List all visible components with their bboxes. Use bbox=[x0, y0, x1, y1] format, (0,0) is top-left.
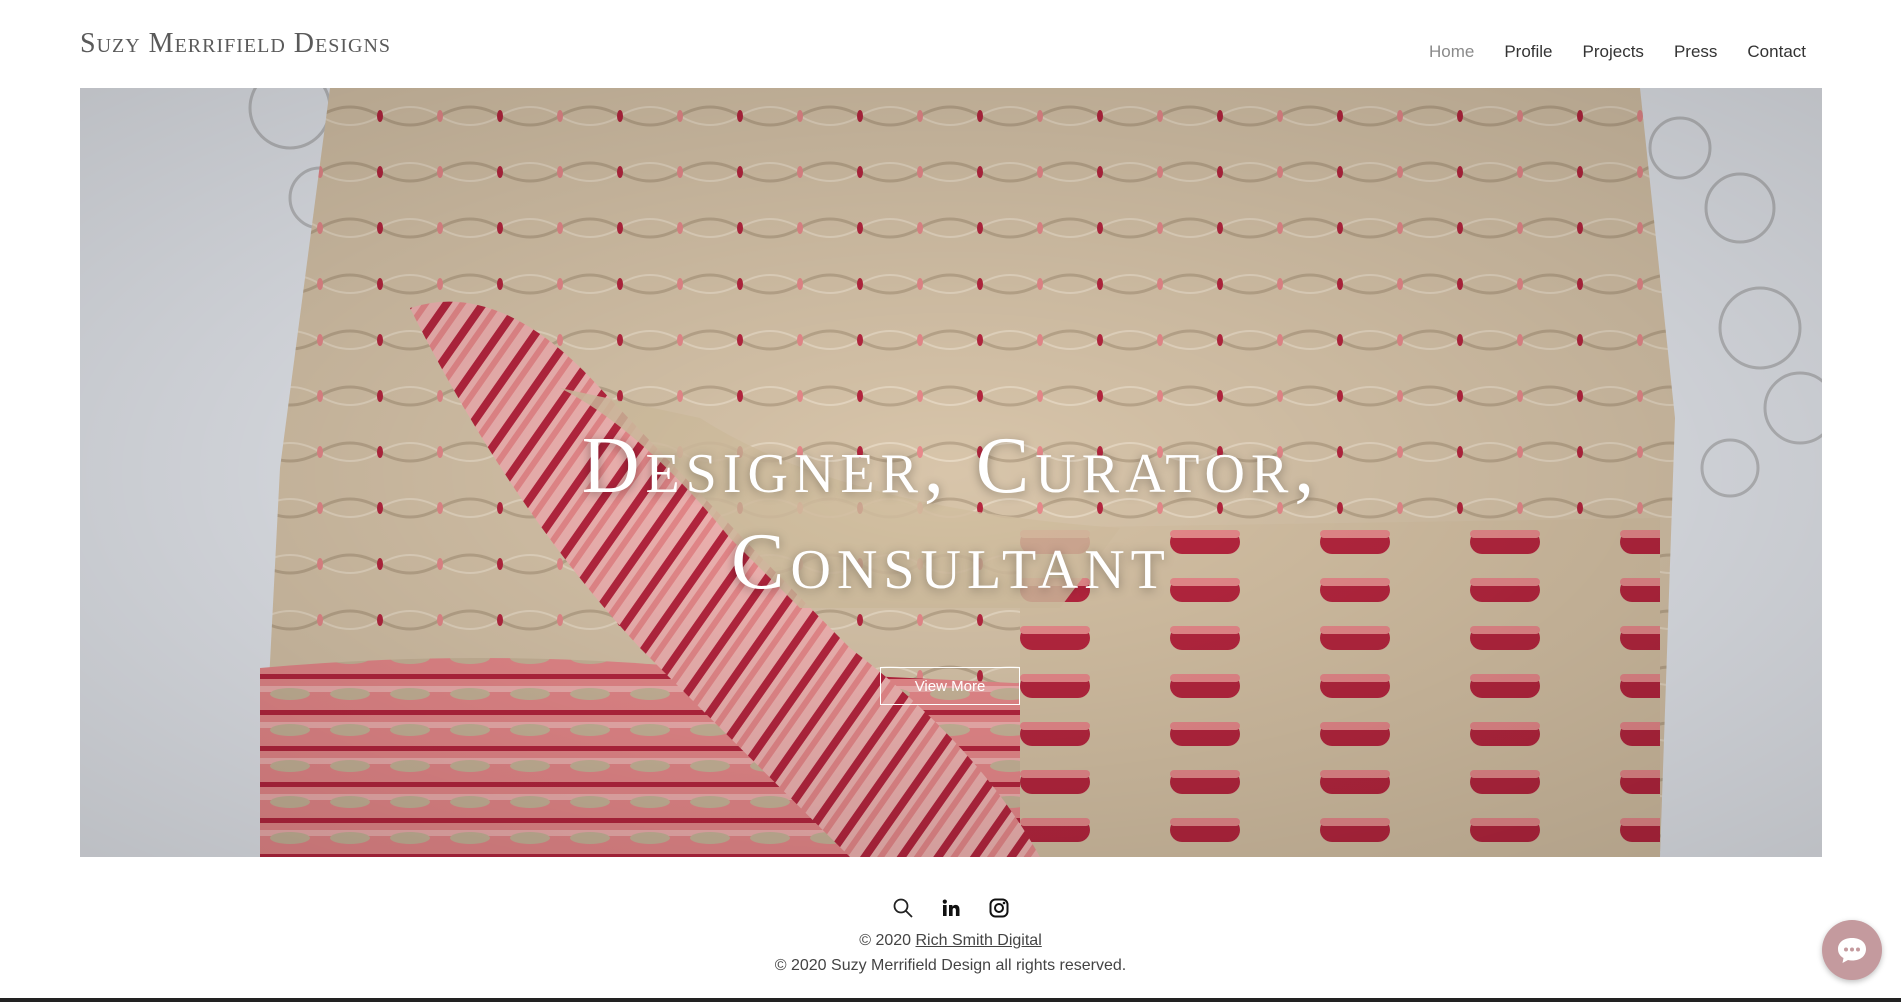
credit-prefix: © 2020 bbox=[859, 932, 916, 949]
nav-contact[interactable]: Contact bbox=[1747, 42, 1806, 62]
nav-home[interactable]: Home bbox=[1429, 42, 1474, 62]
main-nav: Home Profile Projects Press Contact bbox=[1429, 42, 1806, 62]
social-bar bbox=[0, 896, 1901, 920]
hero-banner: Designer, Curator, Consultant View More bbox=[80, 88, 1822, 857]
search-icon[interactable] bbox=[891, 896, 915, 920]
copyright-text: © 2020 Suzy Merrifield Design all rights… bbox=[774, 957, 1127, 974]
hero-title-line-2: Consultant bbox=[731, 518, 1171, 606]
hero-title-line-1: Designer, Curator, bbox=[581, 422, 1321, 510]
nav-press[interactable]: Press bbox=[1674, 42, 1717, 62]
bottom-edge-bar bbox=[0, 998, 1901, 1002]
chat-widget-button[interactable] bbox=[1822, 920, 1882, 980]
nav-projects[interactable]: Projects bbox=[1583, 42, 1644, 62]
hero-title: Designer, Curator, Consultant bbox=[80, 418, 1822, 610]
linkedin-icon[interactable] bbox=[939, 896, 963, 920]
instagram-icon[interactable] bbox=[987, 896, 1011, 920]
site-logo[interactable]: Suzy Merrifield Designs bbox=[80, 28, 391, 60]
view-more-button[interactable]: View More bbox=[880, 667, 1020, 705]
nav-profile[interactable]: Profile bbox=[1504, 42, 1552, 62]
chat-bubble-icon bbox=[1838, 938, 1866, 963]
credit-line: © 2020 Rich Smith Digital bbox=[0, 932, 1901, 950]
credit-link[interactable]: Rich Smith Digital bbox=[916, 932, 1042, 949]
